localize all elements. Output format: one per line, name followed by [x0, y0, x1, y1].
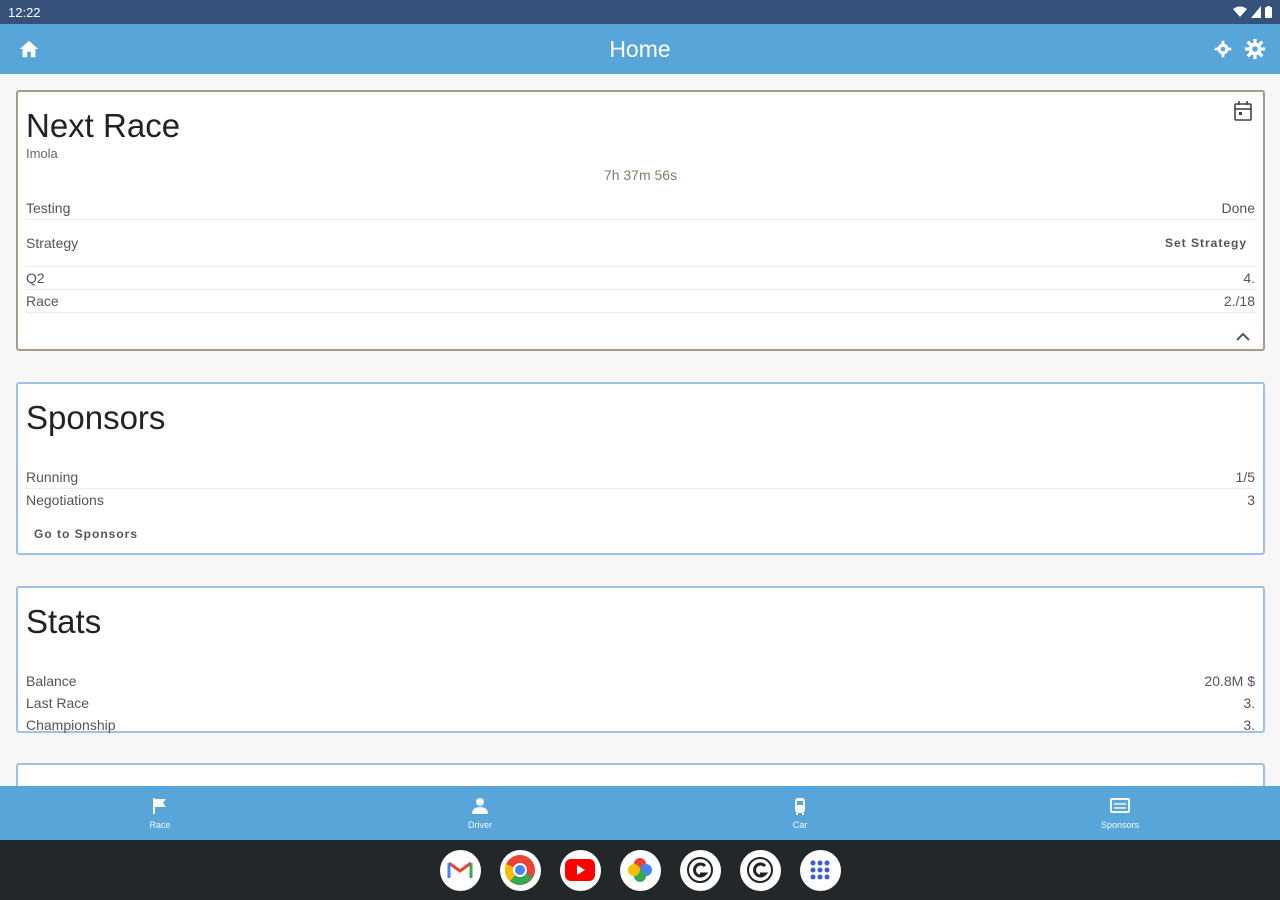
status-bar: 12:22 — [0, 0, 1280, 24]
sponsors-title: Sponsors — [26, 399, 166, 436]
row-label: Race — [26, 293, 59, 309]
last-race-row: Last Race 3. — [26, 692, 1255, 714]
bug-gear-icon[interactable] — [1212, 38, 1234, 60]
page-title: Home — [609, 35, 671, 62]
running-row: Running 1/5 — [26, 466, 1255, 489]
partial-card — [16, 763, 1265, 786]
signal-icon — [1251, 6, 1261, 18]
row-label: Testing — [26, 200, 71, 216]
nav-car[interactable]: Car — [640, 786, 960, 840]
nav-driver[interactable]: Driver — [320, 786, 640, 840]
row-label: Championship — [26, 717, 116, 733]
app-icon[interactable] — [679, 849, 721, 891]
bottom-navigation: Race Driver Car Sponsors — [0, 786, 1280, 840]
nav-label: Sponsors — [1100, 820, 1140, 830]
status-icons — [1233, 6, 1272, 18]
race-row: Race 2./18 — [26, 290, 1255, 313]
sponsors-card: Sponsors Running 1/5 Negotiations 3 Go t… — [16, 382, 1265, 555]
nav-label: Race — [149, 820, 171, 830]
row-value: 4. — [1243, 270, 1255, 286]
status-time: 12:22 — [8, 4, 41, 20]
stats-title: Stats — [26, 603, 102, 640]
car-icon — [795, 798, 805, 815]
row-label: Negotiations — [26, 492, 104, 508]
billboard-icon — [1110, 798, 1130, 813]
nav-label: Car — [792, 820, 808, 830]
calendar-icon[interactable] — [1233, 100, 1253, 122]
app-drawer-icon[interactable] — [799, 849, 841, 891]
photos-icon[interactable] — [619, 849, 661, 891]
app-icon[interactable] — [739, 849, 781, 891]
chrome-icon[interactable] — [499, 849, 541, 891]
chevron-up-icon[interactable] — [1235, 329, 1251, 341]
row-label: Strategy — [26, 235, 79, 251]
row-value: Done — [1221, 200, 1255, 216]
negotiations-row: Negotiations 3 — [26, 489, 1255, 511]
youtube-icon[interactable] — [559, 849, 601, 891]
home-icon[interactable] — [18, 38, 40, 60]
stats-card: Stats Balance 20.8M $ Last Race 3. Champ… — [16, 586, 1265, 733]
row-label: Running — [26, 469, 79, 485]
nav-race[interactable]: Race — [0, 786, 320, 840]
nav-sponsors[interactable]: Sponsors — [960, 786, 1280, 840]
balance-row: Balance 20.8M $ — [26, 670, 1255, 692]
home-content[interactable]: Next Race Imola 7h 37m 56s Testing Done … — [0, 74, 1280, 786]
row-value: 3 — [1247, 492, 1255, 508]
row-value: 20.8M $ — [1204, 673, 1255, 689]
app-bar: Home — [0, 24, 1280, 74]
next-race-card: Next Race Imola 7h 37m 56s Testing Done … — [16, 90, 1265, 351]
row-label: Q2 — [26, 270, 45, 286]
app-bar-actions — [1212, 38, 1266, 60]
row-label: Balance — [26, 673, 77, 689]
set-strategy-button[interactable]: Set Strategy — [1157, 220, 1255, 266]
row-label: Last Race — [26, 695, 90, 711]
battery-icon — [1265, 6, 1272, 18]
person-icon — [472, 798, 488, 814]
wifi-icon — [1233, 6, 1247, 17]
nav-label: Driver — [468, 820, 492, 830]
row-value: 3. — [1243, 695, 1255, 711]
championship-row: Championship 3. — [26, 714, 1255, 736]
row-value: 2./18 — [1223, 293, 1255, 309]
race-countdown: 7h 37m 56s — [603, 167, 678, 183]
gmail-icon[interactable] — [439, 849, 481, 891]
go-to-sponsors-button[interactable]: Go to Sponsors — [26, 527, 146, 541]
row-value: 3. — [1243, 717, 1255, 733]
system-dock — [0, 840, 1280, 900]
q2-row: Q2 4. — [26, 267, 1255, 290]
track-name: Imola — [26, 146, 58, 161]
testing-row: Testing Done — [26, 197, 1255, 220]
row-value: 1/5 — [1235, 469, 1255, 485]
next-race-title: Next Race — [26, 107, 181, 144]
strategy-row: Strategy Set Strategy — [26, 220, 1255, 267]
flag-icon — [153, 798, 166, 814]
settings-gear-icon[interactable] — [1244, 38, 1266, 60]
